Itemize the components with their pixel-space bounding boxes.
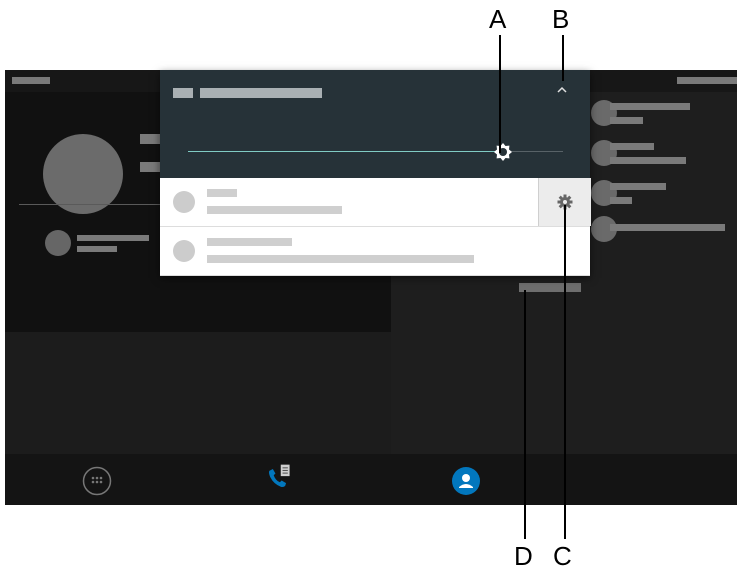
brightness-slider-thumb[interactable] xyxy=(493,142,513,162)
callout-label-c: C xyxy=(553,541,572,571)
avatar xyxy=(43,134,123,214)
list-item-subtitle xyxy=(610,157,686,164)
entry-subtitle-placeholder xyxy=(77,246,117,252)
phone-list-icon xyxy=(269,464,290,487)
dialpad-button[interactable] xyxy=(82,466,112,496)
entry-title-placeholder xyxy=(77,235,149,241)
callout-line-a xyxy=(499,35,501,153)
callout-label-b: B xyxy=(552,4,570,34)
callout-line-d xyxy=(524,290,526,539)
notification-title-placeholder xyxy=(207,189,237,197)
status-icons-placeholder xyxy=(677,77,737,84)
list-item-subtitle xyxy=(610,197,632,204)
contact-name-placeholder xyxy=(140,134,160,144)
header-label-placeholder xyxy=(173,88,193,98)
callout-line-b xyxy=(562,35,564,81)
contact-detail-placeholder xyxy=(140,162,160,172)
status-time-placeholder xyxy=(12,77,50,84)
notification-title-placeholder xyxy=(207,238,292,246)
list-item-title[interactable] xyxy=(610,143,654,150)
callout-line-c xyxy=(564,205,566,539)
entry-avatar xyxy=(45,230,71,256)
notification-icon xyxy=(173,240,195,262)
callout-label-a: A xyxy=(489,4,507,34)
notification-text-placeholder xyxy=(207,206,342,214)
list-item-title[interactable] xyxy=(610,103,690,110)
dialpad-icon xyxy=(82,466,112,496)
notification-item[interactable] xyxy=(160,178,591,227)
divider xyxy=(19,204,169,205)
list-item-title[interactable] xyxy=(610,224,725,231)
bottom-navigation xyxy=(5,454,737,505)
notification-icon xyxy=(173,191,195,213)
header-title-placeholder xyxy=(200,88,322,98)
hint-placeholder xyxy=(519,283,581,292)
list-item-subtitle xyxy=(610,117,643,124)
brightness-slider-fill xyxy=(188,151,503,152)
contacts-button[interactable] xyxy=(451,466,481,496)
contacts-icon xyxy=(452,467,480,495)
notification-text-placeholder xyxy=(207,255,474,263)
list-item-title[interactable] xyxy=(610,183,666,190)
brightness-icon xyxy=(494,143,512,161)
chevron-up-icon xyxy=(557,86,567,93)
callout-label-d: D xyxy=(514,541,533,571)
notification-item[interactable] xyxy=(160,227,590,276)
quick-settings-header xyxy=(160,70,590,178)
call-log-button[interactable] xyxy=(264,462,294,492)
collapse-button[interactable] xyxy=(552,80,572,100)
quick-settings-panel xyxy=(160,70,591,276)
